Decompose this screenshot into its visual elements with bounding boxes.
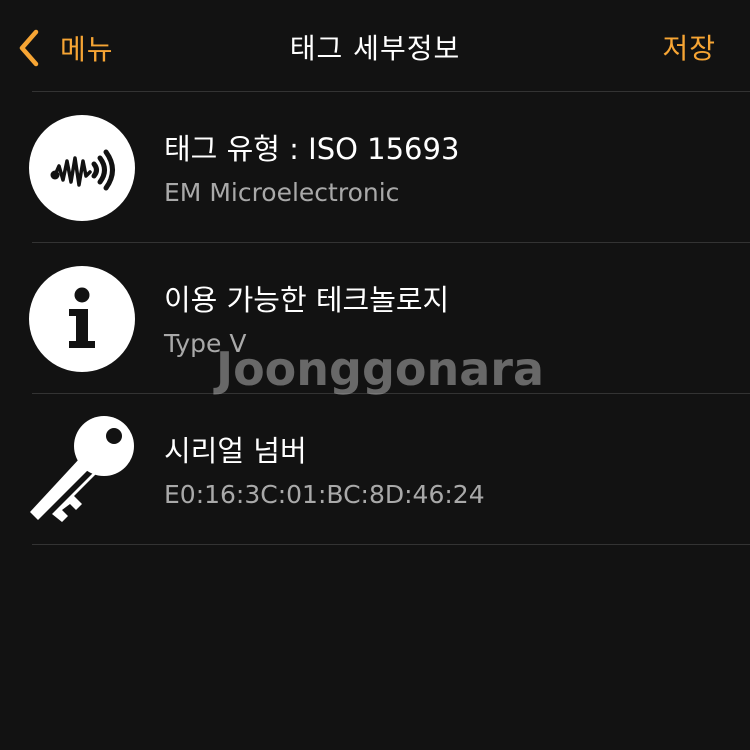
list-item-serial-number: 시리얼 넘버 E0:16:3C:01:BC:8D:46:24 [0,394,750,544]
list-item-technologies: 이용 가능한 테크놀로지 Type V [0,243,750,393]
tag-details-screen: 메뉴 태그 세부정보 저장 태그 유형 : ISO 15693 EM Micro… [0,0,750,750]
serial-number-value: E0:16:3C:01:BC:8D:46:24 [164,480,485,509]
navigation-bar: 메뉴 태그 세부정보 저장 [0,0,750,92]
save-button[interactable]: 저장 [662,27,716,67]
technologies-value: Type V [164,329,247,358]
tag-manufacturer-value: EM Microelectronic [164,178,400,207]
nfc-wave-icon [28,114,136,222]
key-icon [28,416,136,524]
technologies-label: 이용 가능한 테크놀로지 [164,283,450,317]
details-list: 태그 유형 : ISO 15693 EM Microelectronic 이용 … [0,91,750,545]
serial-number-label: 시리얼 넘버 [164,434,307,468]
list-item-tag-type: 태그 유형 : ISO 15693 EM Microelectronic [0,92,750,242]
page-title: 태그 세부정보 [289,32,461,65]
info-icon [28,265,136,373]
divider [32,544,750,545]
tag-type-label: 태그 유형 : ISO 15693 [164,132,460,166]
